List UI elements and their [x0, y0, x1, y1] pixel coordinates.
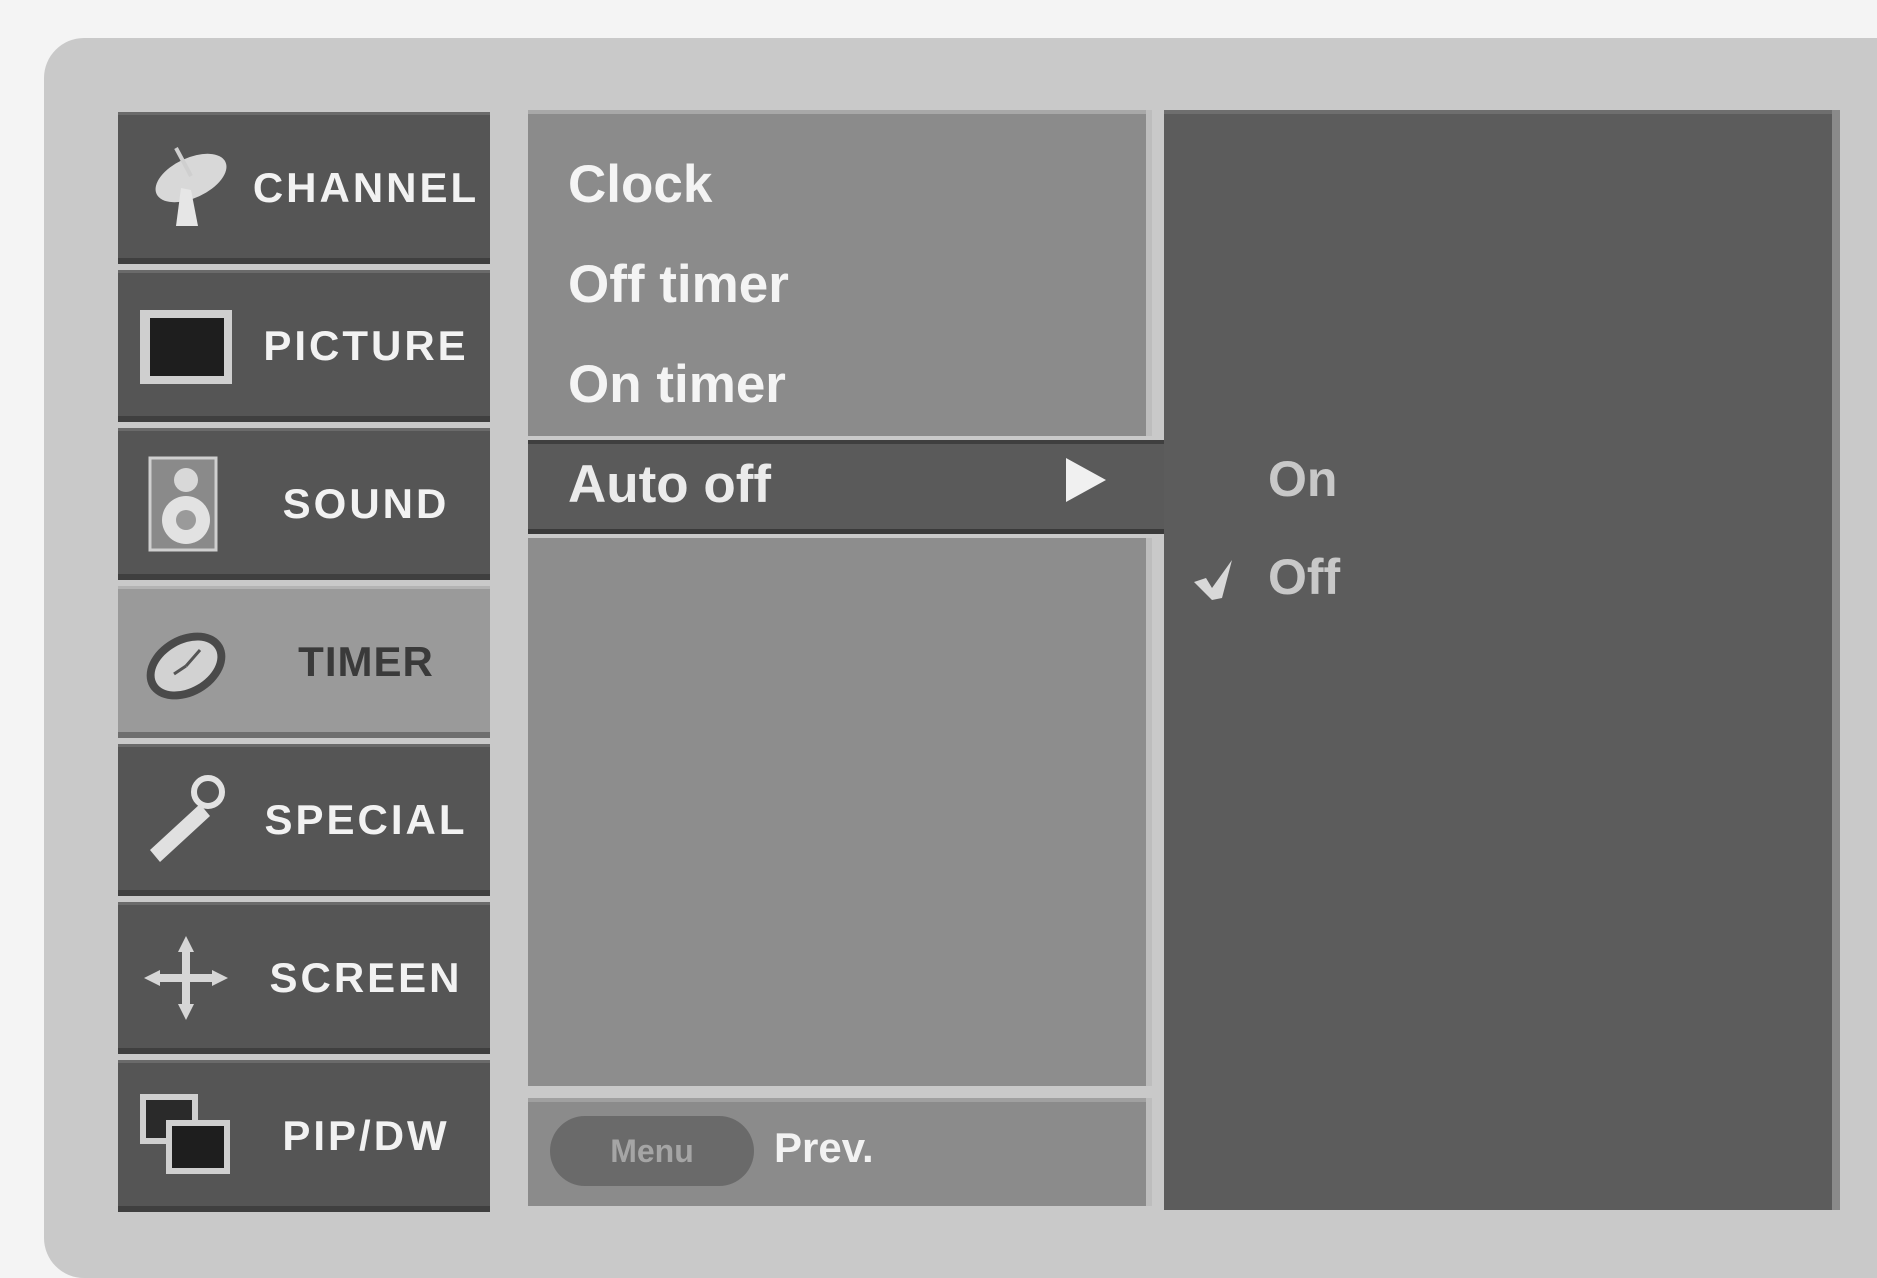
satellite-dish-icon: [155, 147, 227, 226]
option-on[interactable]: On: [1268, 450, 1337, 508]
menu-empty-area: [528, 538, 1152, 1086]
category-label: SCREEN: [269, 954, 463, 1001]
category-label: PIP/DW: [282, 1112, 450, 1159]
category-sound[interactable]: SOUND: [118, 428, 490, 580]
category-channel[interactable]: CHANNEL: [118, 112, 490, 264]
triangle-right-icon: [1066, 458, 1106, 502]
category-picture[interactable]: PICTURE: [118, 270, 490, 422]
auto-off-submenu: [1164, 110, 1840, 1210]
speaker-icon: [148, 456, 218, 552]
menu-item-clock[interactable]: Clock: [568, 154, 712, 215]
timer-menu-list: Clock Off timer On timer: [528, 110, 1152, 436]
menu-footer: Menu Prev.: [528, 1098, 1152, 1206]
move-arrows-icon: [144, 936, 228, 1020]
menu-item-label: Auto off: [568, 455, 772, 514]
checkmark-icon: [1194, 560, 1232, 600]
category-screen[interactable]: SCREEN: [118, 902, 490, 1054]
clock-icon: [146, 632, 226, 700]
category-label: CHANNEL: [252, 164, 480, 211]
menu-item-off-timer[interactable]: Off timer: [568, 254, 789, 315]
option-off[interactable]: Off: [1268, 548, 1340, 606]
pip-windows-icon: [140, 1094, 230, 1174]
category-timer[interactable]: TIMER: [118, 586, 490, 738]
prev-label: Prev.: [774, 1124, 874, 1171]
menu-button[interactable]: Menu: [550, 1116, 754, 1186]
category-label: SPECIAL: [264, 796, 468, 843]
key-icon: [150, 775, 225, 862]
menu-item-on-timer[interactable]: On timer: [568, 354, 786, 415]
category-label: PICTURE: [263, 322, 469, 369]
category-label: TIMER: [298, 638, 434, 685]
tv-screen-icon: [140, 310, 232, 384]
category-special[interactable]: SPECIAL: [118, 744, 490, 896]
menu-item-auto-off[interactable]: Auto off: [528, 440, 1208, 534]
category-label: SOUND: [282, 480, 450, 527]
category-pip-dw[interactable]: PIP/DW: [118, 1060, 490, 1212]
